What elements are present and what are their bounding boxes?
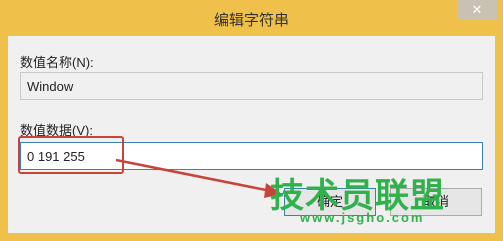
watermark-url: www.jsgho.com <box>300 210 425 225</box>
edit-string-dialog: 编辑字符串 ✕ 数值名称(N): Window 数值数据(V): 0 191 2… <box>0 0 503 241</box>
